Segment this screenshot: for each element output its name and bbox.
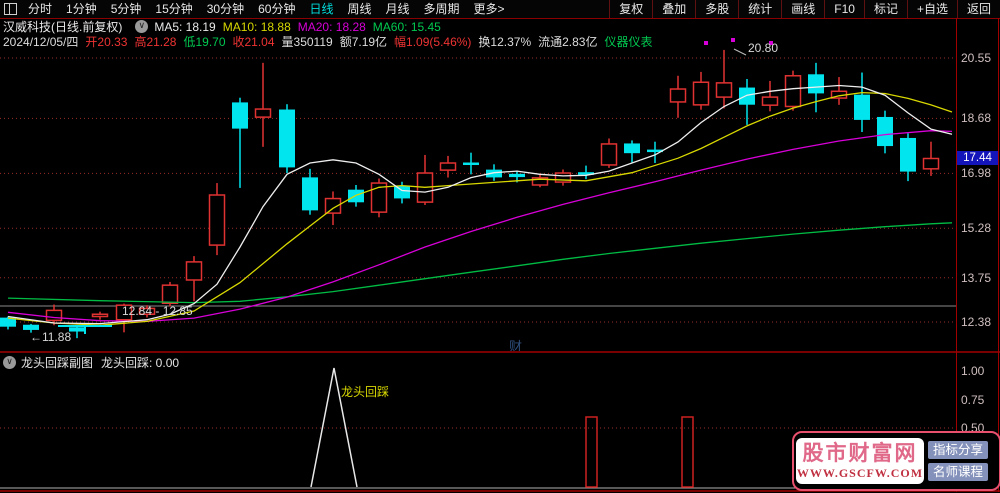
candle-body xyxy=(692,81,710,106)
candle-body xyxy=(185,261,203,281)
candle-body xyxy=(463,162,479,166)
candlestick xyxy=(463,152,479,175)
candlestick xyxy=(761,80,779,112)
candlestick xyxy=(115,303,133,333)
candle-body xyxy=(0,317,16,327)
candlestick xyxy=(185,256,203,302)
candle-body xyxy=(854,94,870,120)
candlestick xyxy=(554,169,572,186)
candlestick xyxy=(854,72,870,132)
site-watermark-card: 股市财富网 WWW.GSCFW.COM xyxy=(796,438,924,484)
candle-body xyxy=(161,284,179,305)
candlestick xyxy=(578,165,594,180)
axis-border-line xyxy=(956,18,957,492)
candle-body xyxy=(439,162,457,171)
candlestick xyxy=(138,305,156,318)
watermark-tag-1: 名师课程 xyxy=(928,463,988,481)
candle-body xyxy=(394,185,410,199)
mark-dot xyxy=(769,41,773,45)
candle-body xyxy=(808,74,824,94)
candle-body xyxy=(208,194,226,246)
candlestick xyxy=(692,71,710,110)
candle-body xyxy=(877,116,893,147)
high-pointer-line xyxy=(733,48,747,56)
mark-dot xyxy=(704,41,708,45)
candlestick xyxy=(279,104,295,174)
candle-body xyxy=(138,307,156,315)
candlestick xyxy=(232,97,248,188)
candlestick xyxy=(416,154,434,206)
candle-body xyxy=(509,173,525,178)
site-watermark: 股市财富网 WWW.GSCFW.COM 指标分享名师课程 xyxy=(792,431,1000,491)
candlestick xyxy=(208,183,226,256)
candle-body xyxy=(600,143,618,166)
candlestick xyxy=(922,141,940,176)
signal-bar xyxy=(681,416,694,488)
site-url: WWW.GSCFW.COM xyxy=(796,466,924,480)
candle-body xyxy=(784,75,802,108)
main-chart-canvas[interactable] xyxy=(0,0,1000,493)
candle-body xyxy=(279,109,295,168)
candle-body xyxy=(669,88,687,103)
candle-body xyxy=(624,143,640,154)
candlestick xyxy=(23,323,39,333)
candle-body xyxy=(715,82,733,98)
sub-panel-value: 龙头回踩: 0.00 xyxy=(101,356,180,370)
candlestick xyxy=(91,311,109,320)
candle-body xyxy=(761,96,779,106)
ma-line-MA5 xyxy=(7,84,953,325)
candle-body xyxy=(739,87,755,105)
candlestick xyxy=(600,138,618,168)
candle-body xyxy=(91,313,109,318)
signal-bar xyxy=(585,416,598,488)
chevron-down-icon[interactable]: ∨ xyxy=(3,356,16,369)
candle-body xyxy=(23,324,39,330)
candlestick xyxy=(669,75,687,118)
sub-panel-title: 龙头回踩副图 xyxy=(21,356,94,370)
mark-dot xyxy=(731,38,735,42)
candle-body xyxy=(69,327,85,332)
candlestick xyxy=(531,174,549,188)
candle-body xyxy=(232,102,248,129)
candlestick xyxy=(784,70,802,111)
signal-spike xyxy=(310,367,358,488)
candlestick xyxy=(715,49,733,109)
ma-line-MA20 xyxy=(7,130,953,323)
ma-line-MA60 xyxy=(7,222,953,304)
candlestick xyxy=(302,168,318,215)
candle-body xyxy=(302,177,318,211)
candle-body xyxy=(900,137,916,172)
candlestick xyxy=(877,110,893,154)
candle-body xyxy=(115,304,133,321)
candlestick xyxy=(254,62,272,147)
candle-body xyxy=(45,309,63,322)
candlestick xyxy=(439,155,457,178)
candlestick xyxy=(900,133,916,182)
panel-divider[interactable] xyxy=(0,351,1000,353)
candle-body xyxy=(922,157,940,170)
sub-panel-header: ∨ 龙头回踩副图 龙头回踩: 0.00 xyxy=(3,354,187,371)
site-tags: 指标分享 名师课程 xyxy=(928,441,988,481)
candlestick xyxy=(830,77,848,105)
site-name: 股市财富网 xyxy=(802,442,918,465)
ma-line-MA10 xyxy=(7,91,953,326)
candlestick xyxy=(624,140,640,163)
candle-body xyxy=(254,108,272,118)
candlestick xyxy=(370,178,388,218)
right-edge-line xyxy=(998,18,999,492)
watermark-tag-0: 指标分享 xyxy=(928,441,988,459)
candlestick xyxy=(69,326,85,339)
stock-app-window: 分时 1分钟 5分钟 15分钟 30分钟 60分钟 日线 周线 月线 多周期 更多> 复权 叠加 多股统… xyxy=(0,0,1000,493)
